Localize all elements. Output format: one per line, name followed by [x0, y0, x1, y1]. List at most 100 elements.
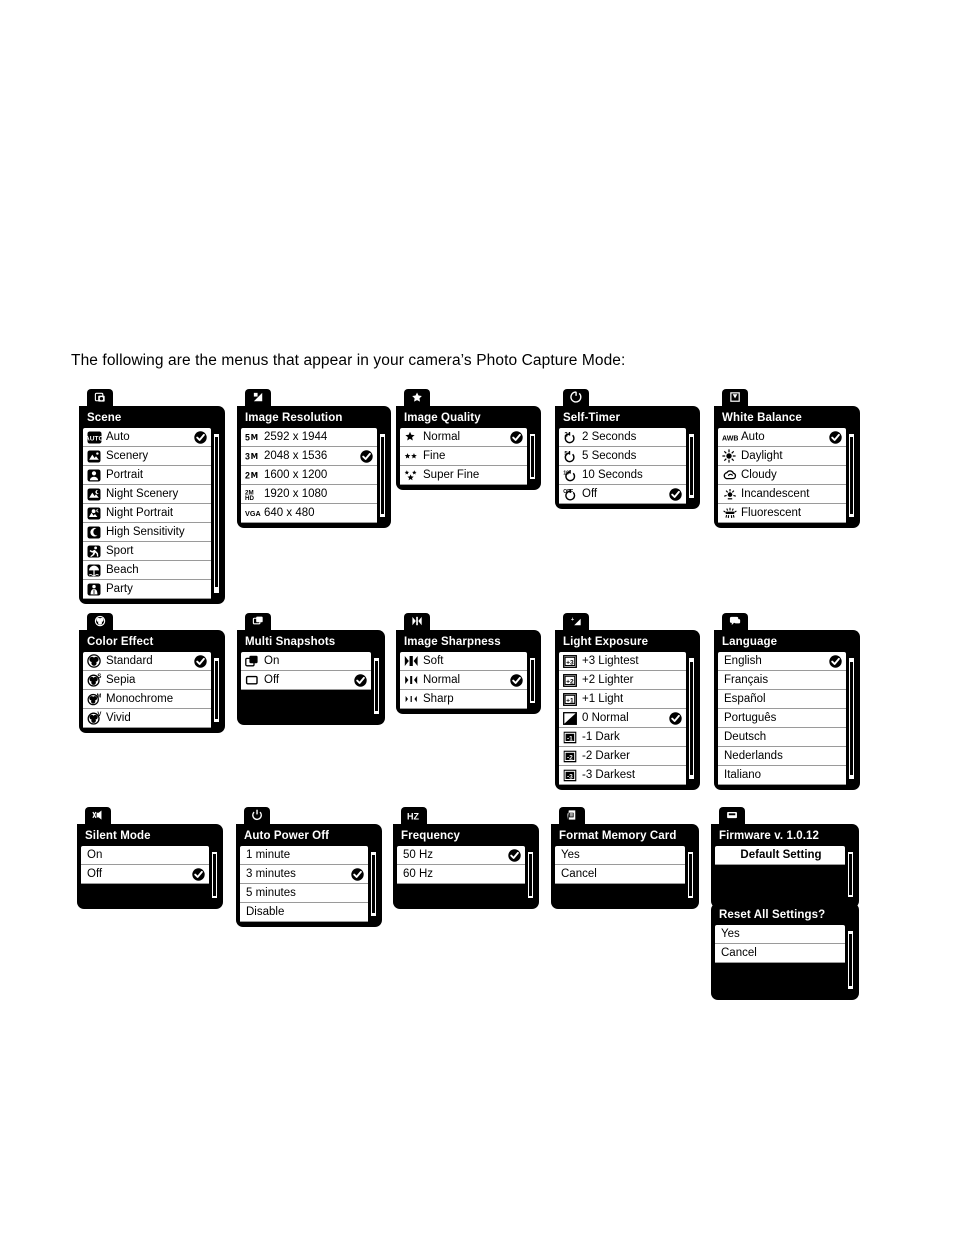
scrollbar-track[interactable] — [848, 657, 855, 780]
menu-item-scene-1[interactable]: Scenery — [83, 447, 211, 466]
menu-item-light-exposure-2[interactable]: +1 +1 Light — [559, 690, 686, 709]
menu-item-self-timer-1[interactable]: 55 Seconds — [559, 447, 686, 466]
menu-scrollbar-multi-snapshots[interactable] — [372, 652, 381, 720]
menu-item-self-timer-2[interactable]: 10 10 Seconds — [559, 466, 686, 485]
scrollbar-track[interactable] — [213, 433, 220, 594]
scrollbar-thumb[interactable] — [381, 437, 384, 514]
scrollbar-track[interactable] — [847, 930, 854, 990]
menu-item-silent-mode-1[interactable]: Off — [81, 865, 209, 884]
scrollbar-track[interactable] — [370, 851, 377, 917]
scrollbar-track[interactable] — [379, 433, 386, 518]
scrollbar-thumb[interactable] — [849, 933, 852, 987]
menu-scrollbar-self-timer[interactable] — [687, 428, 696, 504]
menu-item-reset-all-settings-1[interactable]: Cancel — [715, 944, 845, 963]
menu-tab-white-balance[interactable] — [722, 389, 748, 406]
scrollbar-thumb[interactable] — [375, 660, 378, 712]
menu-item-scene-8[interactable]: Party — [83, 580, 211, 599]
menu-item-scene-7[interactable]: Beach — [83, 561, 211, 580]
menu-item-image-resolution-2[interactable]: 2 M 1600 x 1200 — [241, 466, 377, 485]
menu-item-language-3[interactable]: Português — [718, 709, 846, 728]
menu-item-color-effect-3[interactable]: V Vivid — [83, 709, 211, 728]
scrollbar-thumb[interactable] — [850, 661, 853, 776]
menu-item-reset-all-settings-0[interactable]: Yes — [715, 925, 845, 944]
scroll-down-arrow-icon[interactable] — [688, 499, 695, 504]
menu-item-multi-snapshots-0[interactable]: On — [241, 652, 371, 671]
menu-item-silent-mode-0[interactable]: On — [81, 846, 209, 865]
scrollbar-thumb[interactable] — [213, 854, 216, 896]
scrollbar-thumb[interactable] — [690, 661, 693, 776]
scrollbar-track[interactable] — [213, 657, 220, 723]
menu-item-scene-2[interactable]: Portrait — [83, 466, 211, 485]
menu-tab-color-effect[interactable] — [87, 613, 113, 630]
menu-scrollbar-color-effect[interactable] — [212, 652, 221, 728]
menu-item-image-sharpness-0[interactable]: Soft — [400, 652, 527, 671]
scrollbar-thumb[interactable] — [215, 437, 218, 587]
menu-item-image-quality-0[interactable]: Normal — [400, 428, 527, 447]
scroll-down-arrow-icon[interactable] — [529, 704, 536, 709]
menu-scrollbar-firmware[interactable] — [846, 846, 855, 903]
menu-item-light-exposure-0[interactable]: +3 +3 Lightest — [559, 652, 686, 671]
menu-scrollbar-silent-mode[interactable] — [210, 846, 219, 904]
scrollbar-thumb[interactable] — [372, 855, 375, 913]
menu-item-white-balance-1[interactable]: Daylight — [718, 447, 846, 466]
scrollbar-track[interactable] — [688, 657, 695, 780]
scrollbar-thumb[interactable] — [689, 854, 692, 896]
menu-item-image-resolution-4[interactable]: VGA 640 x 480 — [241, 504, 377, 523]
scroll-down-arrow-icon[interactable] — [848, 780, 855, 785]
menu-scrollbar-image-quality[interactable] — [528, 428, 537, 485]
menu-item-image-sharpness-1[interactable]: Normal — [400, 671, 527, 690]
scroll-down-arrow-icon[interactable] — [213, 594, 220, 599]
menu-item-image-resolution-3[interactable]: 2M HD 1920 x 1080 — [241, 485, 377, 504]
menu-scrollbar-language[interactable] — [847, 652, 856, 785]
scrollbar-thumb[interactable] — [531, 660, 534, 701]
menu-item-scene-0[interactable]: AUTO Auto — [83, 428, 211, 447]
scrollbar-track[interactable] — [527, 851, 534, 899]
menu-item-light-exposure-6[interactable]: -3 -3 Darkest — [559, 766, 686, 785]
scroll-down-arrow-icon[interactable] — [373, 715, 380, 720]
scrollbar-thumb[interactable] — [850, 437, 853, 514]
menu-item-language-2[interactable]: Español — [718, 690, 846, 709]
menu-item-format-memory-card-0[interactable]: Yes — [555, 846, 685, 865]
menu-tab-auto-power-off[interactable] — [244, 807, 270, 824]
menu-item-auto-power-off-2[interactable]: 5 minutes — [240, 884, 368, 903]
menu-item-image-sharpness-2[interactable]: Sharp — [400, 690, 527, 709]
menu-item-white-balance-0[interactable]: AWB Auto — [718, 428, 846, 447]
menu-tab-self-timer[interactable] — [563, 389, 589, 406]
menu-scrollbar-light-exposure[interactable] — [687, 652, 696, 785]
menu-item-auto-power-off-0[interactable]: 1 minute — [240, 846, 368, 865]
menu-item-language-1[interactable]: Français — [718, 671, 846, 690]
menu-item-language-6[interactable]: Italiano — [718, 766, 846, 785]
menu-tab-image-resolution[interactable] — [245, 389, 271, 406]
menu-item-light-exposure-5[interactable]: -2 -2 Darker — [559, 747, 686, 766]
menu-item-image-resolution-0[interactable]: 5 M 2592 x 1944 — [241, 428, 377, 447]
menu-scrollbar-auto-power-off[interactable] — [369, 846, 378, 922]
menu-scrollbar-reset-all-settings[interactable] — [846, 925, 855, 995]
scrollbar-track[interactable] — [688, 433, 695, 499]
menu-scrollbar-white-balance[interactable] — [847, 428, 856, 523]
scrollbar-track[interactable] — [529, 657, 536, 704]
menu-item-multi-snapshots-1[interactable]: Off — [241, 671, 371, 690]
menu-item-format-memory-card-1[interactable]: Cancel — [555, 865, 685, 884]
scrollbar-track[interactable] — [848, 433, 855, 518]
menu-item-color-effect-0[interactable]: Standard — [83, 652, 211, 671]
scrollbar-track[interactable] — [687, 851, 694, 899]
menu-tab-image-sharpness[interactable] — [404, 613, 430, 630]
scroll-down-arrow-icon[interactable] — [687, 899, 694, 904]
scroll-down-arrow-icon[interactable] — [370, 917, 377, 922]
menu-tab-multi-snapshots[interactable] — [245, 613, 271, 630]
menu-item-self-timer-3[interactable]: OFF Off — [559, 485, 686, 504]
scroll-down-arrow-icon[interactable] — [213, 723, 220, 728]
menu-item-auto-power-off-3[interactable]: Disable — [240, 903, 368, 922]
scrollbar-track[interactable] — [529, 433, 536, 480]
menu-item-white-balance-4[interactable]: Fluorescent — [718, 504, 846, 523]
menu-item-image-resolution-1[interactable]: 3 M 2048 x 1536 — [241, 447, 377, 466]
menu-scrollbar-frequency[interactable] — [526, 846, 535, 904]
menu-item-frequency-1[interactable]: 60 Hz — [397, 865, 525, 884]
menu-item-image-quality-1[interactable]: Fine — [400, 447, 527, 466]
scrollbar-thumb[interactable] — [849, 854, 852, 895]
menu-item-scene-3[interactable]: Night Scenery — [83, 485, 211, 504]
scrollbar-track[interactable] — [847, 851, 854, 898]
menu-item-language-5[interactable]: Nederlands — [718, 747, 846, 766]
menu-item-light-exposure-3[interactable]: 0 Normal — [559, 709, 686, 728]
menu-item-language-4[interactable]: Deutsch — [718, 728, 846, 747]
